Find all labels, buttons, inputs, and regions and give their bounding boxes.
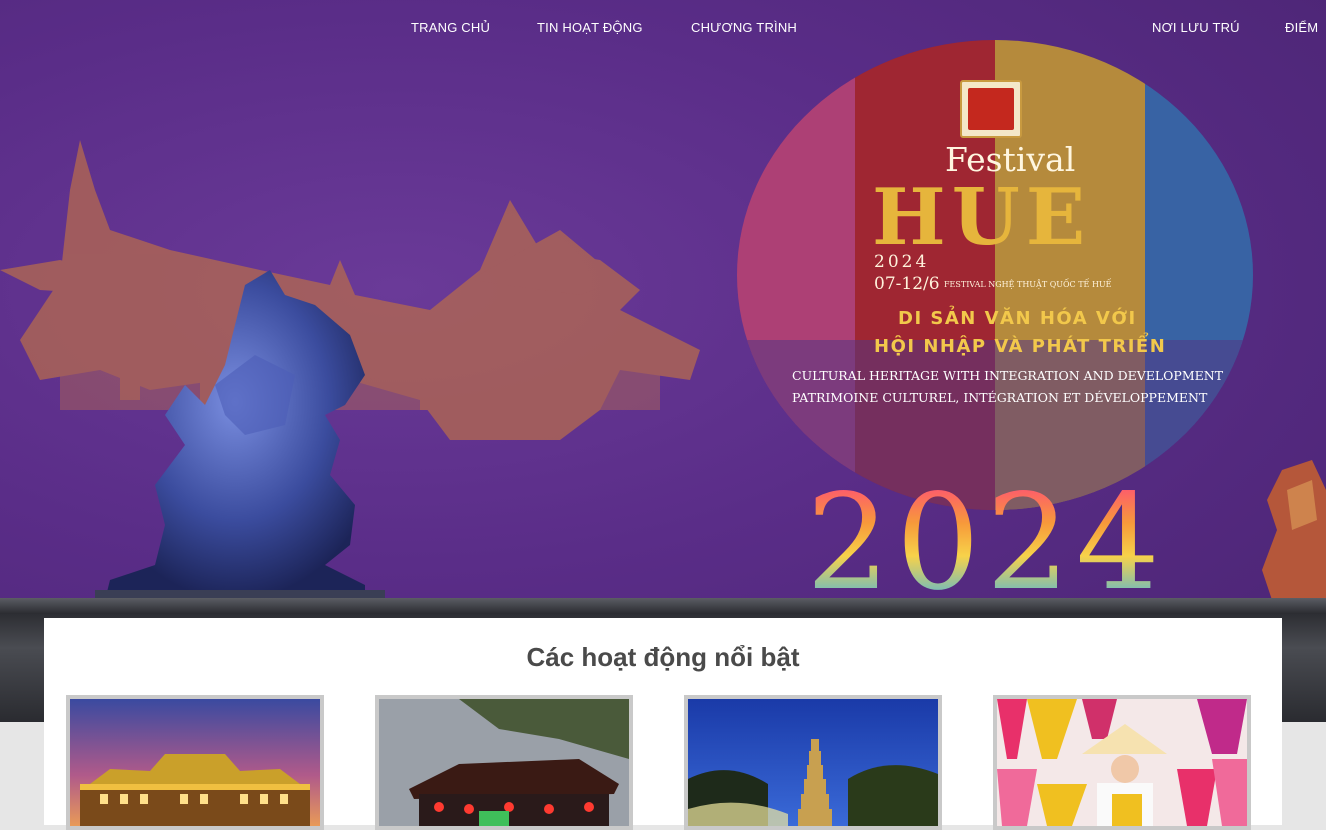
- dragon-sculpture-edge: [1262, 460, 1326, 600]
- tagline-french: PATRIMOINE CULTUREL, INTÉGRATION ET DÉVE…: [792, 390, 1208, 405]
- tagline-english: CULTURAL HERITAGE WITH INTEGRATION AND D…: [792, 368, 1224, 383]
- nav-news[interactable]: TIN HOẠT ĐỘNG: [537, 20, 643, 35]
- activity-card-4[interactable]: [993, 695, 1251, 830]
- big-year-graphic: 2024: [806, 466, 1166, 620]
- section-title: Các hoạt động nổi bật: [526, 642, 800, 672]
- top-navigation: TRANG CHỦ TIN HOẠT ĐỘNG CHƯƠNG TRÌNH NƠI…: [0, 0, 1326, 56]
- nav-accommodation[interactable]: NƠI LƯU TRÚ: [1152, 20, 1240, 35]
- phoenix-seal-icon: [968, 88, 1014, 130]
- nav-destinations[interactable]: ĐIỂM: [1285, 20, 1318, 35]
- activity-card-3[interactable]: [684, 695, 942, 830]
- featured-activities-section: Các hoạt động nổi bật: [44, 618, 1282, 830]
- festival-logo: [960, 80, 1022, 138]
- activity-card-2[interactable]: [375, 695, 633, 830]
- nav-program[interactable]: CHƯƠNG TRÌNH: [691, 20, 797, 35]
- hue-title: HUE: [872, 172, 1092, 263]
- theme-line-2: HỘI NHẬP VÀ PHÁT TRIỂN: [874, 336, 1167, 357]
- theme-line-1: DI SẢN VĂN HÓA VỚI: [898, 308, 1137, 329]
- activity-image-3[interactable]: [688, 699, 938, 826]
- festival-subtitle: FESTIVAL NGHỆ THUẬT QUỐC TẾ HUẾ: [944, 280, 1112, 289]
- activity-image-2[interactable]: [379, 699, 629, 826]
- activity-image-1[interactable]: [70, 699, 320, 826]
- hero-banner: Festival HUE 2024 07-12/6 FESTIVAL NGHỆ …: [0, 0, 1326, 722]
- activity-image-4[interactable]: [997, 699, 1247, 826]
- festival-dates: 07-12/6: [874, 274, 940, 294]
- wall-ledge: [0, 598, 1326, 614]
- dragon-statue-illustration: [95, 270, 385, 605]
- festival-year: 2024: [874, 252, 930, 272]
- activity-card-1[interactable]: [66, 695, 324, 830]
- nav-home[interactable]: TRANG CHỦ: [411, 20, 490, 35]
